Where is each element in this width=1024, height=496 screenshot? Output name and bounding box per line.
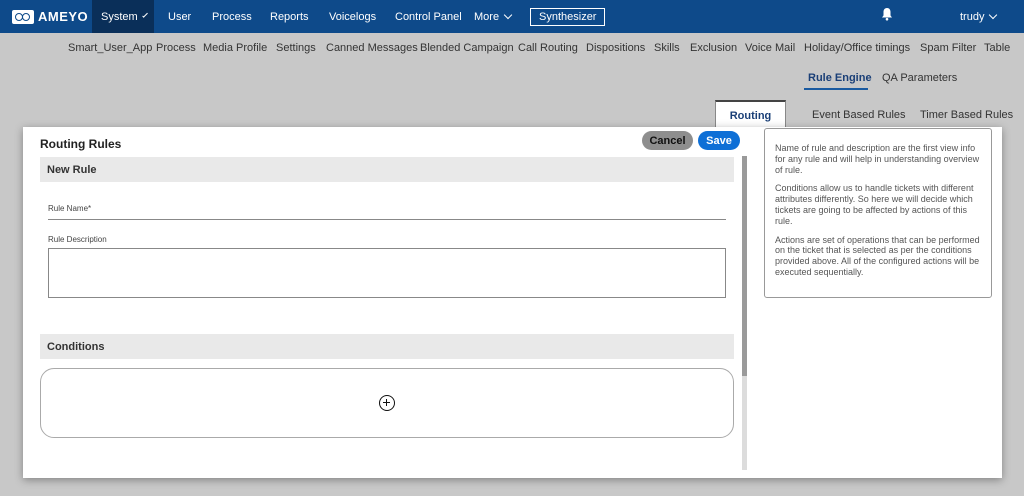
nav-voicelogs[interactable]: Voicelogs bbox=[321, 0, 384, 33]
system-submenu: Smart_User_App Process Media Profile Set… bbox=[0, 42, 1024, 58]
help-info-box: Name of rule and description are the fir… bbox=[764, 128, 992, 298]
submenu-exclusion[interactable]: Exclusion bbox=[690, 42, 737, 54]
submenu-table[interactable]: Table bbox=[984, 42, 1010, 54]
submenu-spam-filter[interactable]: Spam Filter bbox=[920, 42, 976, 54]
submenu-media-profile[interactable]: Media Profile bbox=[203, 42, 267, 54]
ameyo-logo[interactable]: AMEYO bbox=[0, 0, 92, 33]
nav-process-label: Process bbox=[212, 10, 252, 23]
chevron-down-icon bbox=[141, 12, 148, 18]
submenu-process[interactable]: Process bbox=[156, 42, 196, 54]
submenu-smart-user-app[interactable]: Smart_User_App bbox=[68, 42, 152, 54]
nav-user[interactable]: User bbox=[160, 0, 199, 33]
nav-more-label: More bbox=[474, 10, 500, 23]
submenu-voice-mail[interactable]: Voice Mail bbox=[745, 42, 795, 54]
nav-control-panel-label: Control Panel bbox=[395, 10, 462, 23]
info-paragraph-name: Name of rule and description are the fir… bbox=[775, 143, 980, 175]
synthesizer-button[interactable]: Synthesizer bbox=[530, 8, 606, 26]
user-name: trudy bbox=[960, 10, 985, 23]
rule-name-input[interactable] bbox=[48, 219, 726, 220]
cancel-button[interactable]: Cancel bbox=[642, 131, 693, 150]
scrollbar-thumb[interactable] bbox=[742, 156, 747, 376]
nav-process[interactable]: Process bbox=[204, 0, 260, 33]
submenu-settings[interactable]: Settings bbox=[276, 42, 316, 54]
page-title: Routing Rules bbox=[40, 137, 122, 151]
conditions-header: Conditions bbox=[40, 334, 734, 359]
tab-timer-based-rules[interactable]: Timer Based Rules bbox=[920, 109, 1013, 121]
tab-routing[interactable]: Routing bbox=[715, 100, 786, 129]
new-rule-header: New Rule bbox=[40, 157, 734, 182]
brand-name: AMEYO bbox=[38, 9, 89, 24]
routing-rules-panel: Routing Rules Cancel Save New Rule Rule … bbox=[23, 127, 1002, 478]
rule-name-label: Rule Name* bbox=[48, 204, 92, 213]
nav-system-label: System bbox=[101, 10, 138, 23]
submenu-dispositions[interactable]: Dispositions bbox=[586, 42, 645, 54]
nav-voicelogs-label: Voicelogs bbox=[329, 10, 377, 23]
save-button[interactable]: Save bbox=[698, 131, 740, 150]
nav-system[interactable]: System bbox=[92, 0, 154, 33]
info-paragraph-conditions: Conditions allow us to handle tickets wi… bbox=[775, 183, 974, 226]
bell-icon[interactable] bbox=[881, 7, 893, 21]
submenu-blended-campaign[interactable]: Blended Campaign bbox=[420, 42, 514, 54]
submenu-call-routing[interactable]: Call Routing bbox=[518, 42, 578, 54]
rule-description-textarea[interactable] bbox=[48, 248, 726, 298]
nav-user-label: User bbox=[168, 10, 192, 23]
submenu-qa-parameters[interactable]: QA Parameters bbox=[882, 72, 957, 84]
nav-control-panel[interactable]: Control Panel bbox=[387, 0, 470, 33]
ameyo-logo-icon bbox=[12, 9, 34, 24]
active-submenu-indicator bbox=[804, 88, 868, 90]
tab-event-based-rules[interactable]: Event Based Rules bbox=[812, 109, 906, 121]
chevron-down-icon bbox=[989, 10, 998, 20]
submenu-holiday-office-timings[interactable]: Holiday/Office timings bbox=[804, 42, 910, 54]
form-scrollbar[interactable] bbox=[742, 156, 747, 470]
submenu-canned-messages[interactable]: Canned Messages bbox=[326, 42, 418, 54]
chevron-down-icon bbox=[503, 10, 513, 20]
submenu-rule-engine[interactable]: Rule Engine bbox=[808, 72, 872, 84]
rule-description-label: Rule Description bbox=[48, 235, 107, 244]
nav-more[interactable]: More bbox=[466, 0, 519, 33]
nav-reports[interactable]: Reports bbox=[262, 0, 317, 33]
top-navbar: AMEYO System User Process Reports Voicel… bbox=[0, 0, 1024, 33]
submenu-skills[interactable]: Skills bbox=[654, 42, 680, 54]
nav-reports-label: Reports bbox=[270, 10, 309, 23]
info-paragraph-actions: Actions are set of operations that can b… bbox=[775, 234, 980, 277]
add-condition-icon[interactable] bbox=[379, 395, 395, 411]
conditions-box bbox=[40, 368, 734, 438]
user-menu[interactable]: trudy bbox=[952, 0, 1004, 33]
